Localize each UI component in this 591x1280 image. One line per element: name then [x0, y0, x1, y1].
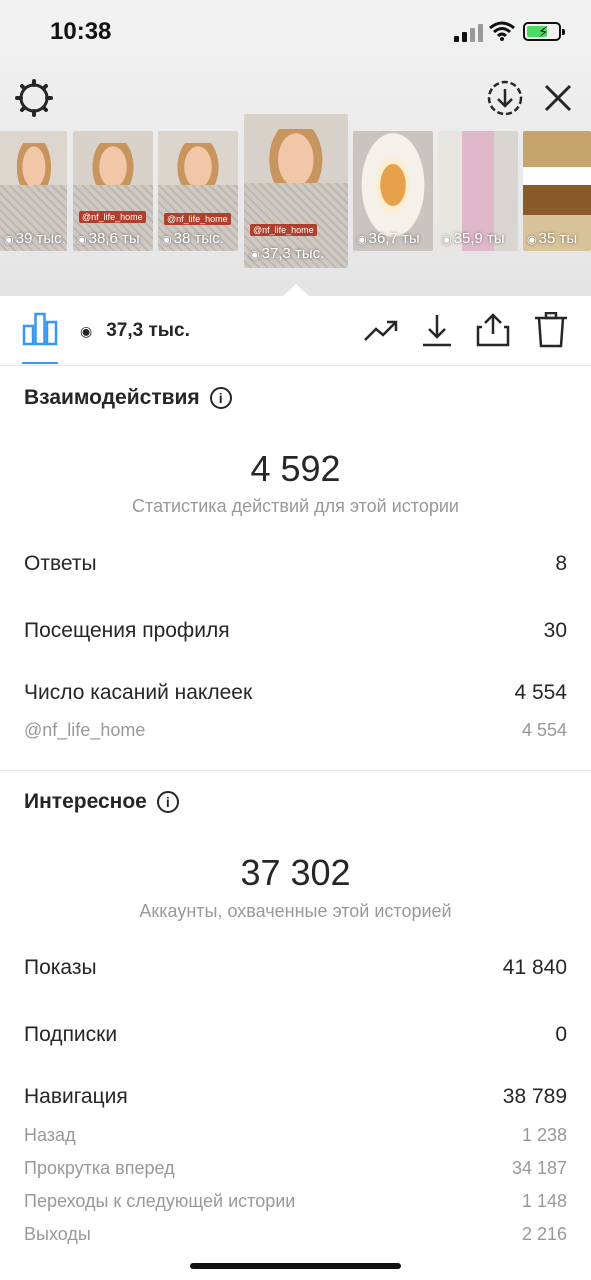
stat-label: Назад — [24, 1125, 76, 1145]
share-icon[interactable] — [474, 312, 512, 348]
stat-subrow-back: Назад 1 238 — [24, 1125, 567, 1153]
stat-value: 8 — [555, 552, 567, 575]
stat-row-sticker-taps: Число касаний наклеек 4 554 — [24, 681, 567, 709]
stat-subrow-exits: Выходы 2 216 — [24, 1224, 567, 1252]
story-thumbnail[interactable]: ◉ 35 ты — [523, 131, 591, 251]
download-icon[interactable] — [418, 312, 456, 348]
stat-value: 1 238 — [521, 1125, 567, 1145]
discovery-total: 37 302 — [240, 852, 351, 893]
stat-row-profile-visits: Посещения профиля 30 — [24, 619, 567, 647]
stat-label: Показы — [24, 956, 97, 979]
discovery-title-text: Интересное — [24, 790, 147, 813]
stat-subrow-forward: Прокрутка вперед 34 187 — [24, 1158, 567, 1186]
insights-bar-chart-icon[interactable] — [22, 312, 58, 346]
status-bar: 10:38 ⚡ — [0, 0, 591, 64]
discovery-section-title: Интересное i — [24, 790, 179, 814]
stat-label: Ответы — [24, 552, 97, 575]
stat-row-follows: Подписки 0 — [24, 1023, 567, 1051]
eye-icon: ◉ — [4, 234, 14, 246]
thumbnail-tag: @nf_life_home — [164, 213, 231, 225]
eye-icon: ◉ — [77, 234, 87, 246]
battery-icon: ⚡ — [523, 22, 565, 41]
story-carousel-area: 10:38 ⚡ ◉ 39 тыс. @nf_life_home ◉ 38,6 т… — [0, 0, 591, 297]
thumbnail-views: 35 ты — [538, 230, 578, 247]
stat-value: 4 554 — [521, 720, 567, 740]
interactions-title-text: Взаимодействия — [24, 386, 200, 409]
thumbnail-tag: @nf_life_home — [79, 211, 146, 223]
stat-row-navigation: Навигация 38 789 — [24, 1085, 567, 1113]
eye-icon: ◉ — [442, 234, 452, 246]
home-indicator[interactable] — [190, 1263, 401, 1269]
viewers-count-value: 37,3 тыс. — [106, 320, 190, 341]
thumbnail-tag: @nf_life_home — [250, 224, 317, 236]
thumbnail-views: 36,7 ты — [368, 230, 420, 247]
thumbnail-views: 38 тыс. — [173, 230, 224, 247]
stat-value: 41 840 — [502, 956, 567, 979]
stat-label: Выходы — [24, 1224, 91, 1244]
stat-label: Подписки — [24, 1023, 118, 1046]
info-icon[interactable]: i — [209, 387, 232, 409]
thumbnail-views: 37,3 тыс. — [261, 245, 325, 262]
stat-value: 0 — [555, 1023, 567, 1046]
thumbnail-views: 39 тыс. — [15, 230, 66, 247]
stat-value: 4 554 — [514, 681, 567, 704]
story-thumbnail[interactable]: ◉ 36,7 ты — [353, 131, 433, 251]
stat-label: Навигация — [24, 1085, 128, 1108]
stat-subrow-mention: @nf_life_home 4 554 — [24, 720, 567, 748]
promote-trend-icon[interactable] — [362, 312, 400, 348]
thumbnail-views: 38,6 ты — [88, 230, 140, 247]
stat-value: 1 148 — [521, 1191, 567, 1211]
stat-row-impressions: Показы 41 840 — [24, 956, 567, 984]
stat-label: @nf_life_home — [24, 720, 146, 740]
eye-icon: ◉ — [357, 234, 367, 246]
stat-subrow-next-story: Переходы к следующей истории 1 148 — [24, 1191, 567, 1219]
story-thumbnail-selected[interactable]: @nf_life_home ◉ 37,3 тыс. — [244, 114, 348, 268]
eye-icon: ◉ — [80, 323, 93, 339]
stat-label: Посещения профиля — [24, 619, 230, 642]
eye-icon: ◉ — [527, 234, 537, 246]
eye-icon: ◉ — [162, 234, 172, 246]
delete-trash-icon[interactable] — [532, 312, 570, 348]
story-thumbnail[interactable]: ◉ 35,9 ты — [438, 131, 518, 251]
interactions-section-title: Взаимодействия i — [24, 386, 232, 410]
settings-gear-icon[interactable] — [14, 78, 54, 118]
close-icon[interactable] — [538, 78, 578, 118]
stat-value: 34 187 — [511, 1158, 567, 1178]
active-tab-indicator — [22, 362, 58, 364]
stat-label: Прокрутка вперед — [24, 1158, 175, 1178]
story-thumbnail[interactable]: @nf_life_home ◉ 38 тыс. — [158, 131, 238, 251]
section-divider — [0, 770, 591, 771]
stat-label: Переходы к следующей истории — [24, 1191, 296, 1211]
signal-icon — [454, 22, 484, 42]
interactions-caption: Статистика действий для этой истории — [132, 496, 459, 516]
stat-row-replies: Ответы 8 — [24, 552, 567, 580]
story-thumbnail[interactable]: @nf_life_home ◉ 38,6 ты — [73, 131, 153, 251]
discovery-caption: Аккаунты, охваченные этой историей — [139, 901, 452, 921]
stat-label: Число касаний наклеек — [24, 681, 253, 704]
wifi-icon — [489, 21, 515, 41]
save-story-icon[interactable] — [485, 78, 525, 118]
story-action-bar: ◉ 37,3 тыс. — [0, 296, 591, 366]
stat-value: 30 — [543, 619, 567, 642]
info-icon[interactable]: i — [156, 791, 179, 813]
stat-value: 2 216 — [521, 1224, 567, 1244]
eye-icon: ◉ — [250, 249, 260, 261]
viewers-count[interactable]: ◉ 37,3 тыс. — [80, 320, 190, 342]
interactions-total: 4 592 — [250, 448, 341, 489]
status-time: 10:38 — [50, 18, 112, 45]
thumbnail-views: 35,9 ты — [453, 230, 505, 247]
story-thumbnail[interactable]: ◉ 39 тыс. — [0, 131, 67, 251]
stat-value: 38 789 — [502, 1085, 567, 1108]
